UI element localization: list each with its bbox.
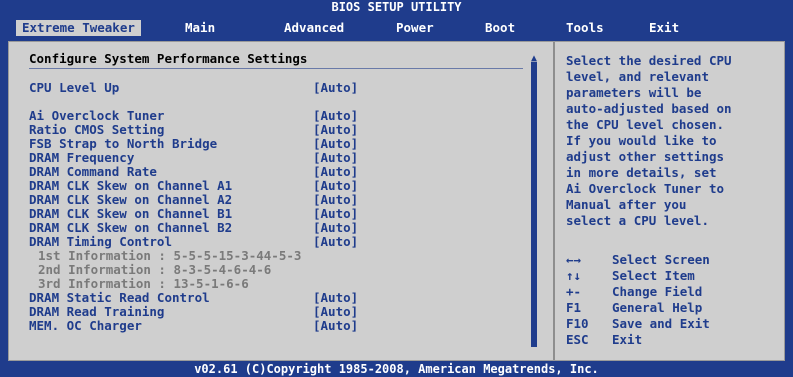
value-cpu-level-up[interactable]: [Auto]	[313, 80, 358, 95]
key-desc: Select Item	[612, 268, 695, 283]
value-ratio-cmos[interactable]: [Auto]	[313, 122, 358, 137]
key-save-exit: F10 Save and Exit	[566, 316, 710, 331]
timing-info-1st: 1st Information : 5-5-5-15-3-44-5-3	[38, 248, 302, 263]
section-separator	[29, 68, 523, 69]
key-label: +-	[566, 284, 582, 299]
key-label: F1	[566, 300, 582, 315]
setting-dram-clk-skew-b1[interactable]: DRAM CLK Skew on Channel B1	[29, 206, 232, 221]
key-desc: Save and Exit	[612, 316, 710, 331]
setting-mem-oc-charger[interactable]: MEM. OC Charger	[29, 318, 142, 333]
value-dram-clk-skew-b1[interactable]: [Auto]	[313, 206, 358, 221]
tab-advanced[interactable]: Advanced	[284, 20, 344, 36]
up-down-arrows-icon: ↑↓	[566, 268, 582, 283]
setting-dram-command-rate[interactable]: DRAM Command Rate	[29, 164, 157, 179]
timing-info-3rd: 3rd Information : 13-5-1-6-6	[38, 276, 249, 291]
tab-boot[interactable]: Boot	[485, 20, 515, 36]
key-change-field: +- Change Field	[566, 284, 702, 299]
key-desc: Exit	[612, 332, 643, 347]
key-general-help: F1 General Help	[566, 300, 702, 315]
help-text: Select the desired CPU level, and releva…	[566, 53, 732, 228]
scrollbar[interactable]	[531, 62, 537, 347]
key-exit: ESC Exit	[566, 332, 642, 347]
left-right-arrows-icon: ←→	[566, 252, 582, 267]
tab-main[interactable]: Main	[185, 20, 215, 36]
key-desc: Select Screen	[612, 252, 710, 267]
setting-fsb-strap[interactable]: FSB Strap to North Bridge	[29, 136, 217, 151]
tab-exit[interactable]: Exit	[649, 20, 679, 36]
setting-dram-clk-skew-a1[interactable]: DRAM CLK Skew on Channel A1	[29, 178, 232, 193]
value-dram-clk-skew-b2[interactable]: [Auto]	[313, 220, 358, 235]
setting-dram-timing-control[interactable]: DRAM Timing Control	[29, 234, 172, 249]
tab-tools[interactable]: Tools	[566, 20, 604, 36]
timing-info-2nd: 2nd Information : 8-3-5-4-6-4-6	[38, 262, 272, 277]
section-title: Configure System Performance Settings	[29, 51, 308, 66]
setting-cpu-level-up[interactable]: CPU Level Up	[29, 80, 119, 95]
value-dram-frequency[interactable]: [Auto]	[313, 150, 358, 165]
setting-dram-frequency[interactable]: DRAM Frequency	[29, 150, 134, 165]
setting-ratio-cmos[interactable]: Ratio CMOS Setting	[29, 122, 164, 137]
copyright-footer: v02.61 (C)Copyright 1985-2008, American …	[194, 362, 599, 376]
scroll-down-arrow-icon[interactable]: ▼	[529, 339, 539, 349]
key-label: ESC	[566, 332, 589, 347]
setting-dram-read-training[interactable]: DRAM Read Training	[29, 304, 164, 319]
value-dram-clk-skew-a2[interactable]: [Auto]	[313, 192, 358, 207]
key-select-screen: ←→ Select Screen	[566, 252, 710, 267]
value-dram-command-rate[interactable]: [Auto]	[313, 164, 358, 179]
key-label: F10	[566, 316, 589, 331]
setting-dram-static-read-control[interactable]: DRAM Static Read Control	[29, 290, 210, 305]
setting-ai-overclock-tuner[interactable]: Ai Overclock Tuner	[29, 108, 164, 123]
value-ai-overclock-tuner[interactable]: [Auto]	[313, 108, 358, 123]
tab-power[interactable]: Power	[396, 20, 434, 36]
value-fsb-strap[interactable]: [Auto]	[313, 136, 358, 151]
key-desc: General Help	[612, 300, 703, 315]
key-select-item: ↑↓ Select Item	[566, 268, 695, 283]
key-desc: Change Field	[612, 284, 703, 299]
setting-dram-clk-skew-a2[interactable]: DRAM CLK Skew on Channel A2	[29, 192, 232, 207]
value-dram-clk-skew-a1[interactable]: [Auto]	[313, 178, 358, 193]
value-dram-read-training[interactable]: [Auto]	[313, 304, 358, 319]
setting-dram-clk-skew-b2[interactable]: DRAM CLK Skew on Channel B2	[29, 220, 232, 235]
value-dram-timing-control[interactable]: [Auto]	[313, 234, 358, 249]
value-mem-oc-charger[interactable]: [Auto]	[313, 318, 358, 333]
panel-divider	[553, 42, 555, 360]
tab-extreme-tweaker[interactable]: Extreme Tweaker	[16, 20, 141, 36]
bios-title: BIOS SETUP UTILITY	[331, 0, 462, 14]
value-dram-static-read-control[interactable]: [Auto]	[313, 290, 358, 305]
